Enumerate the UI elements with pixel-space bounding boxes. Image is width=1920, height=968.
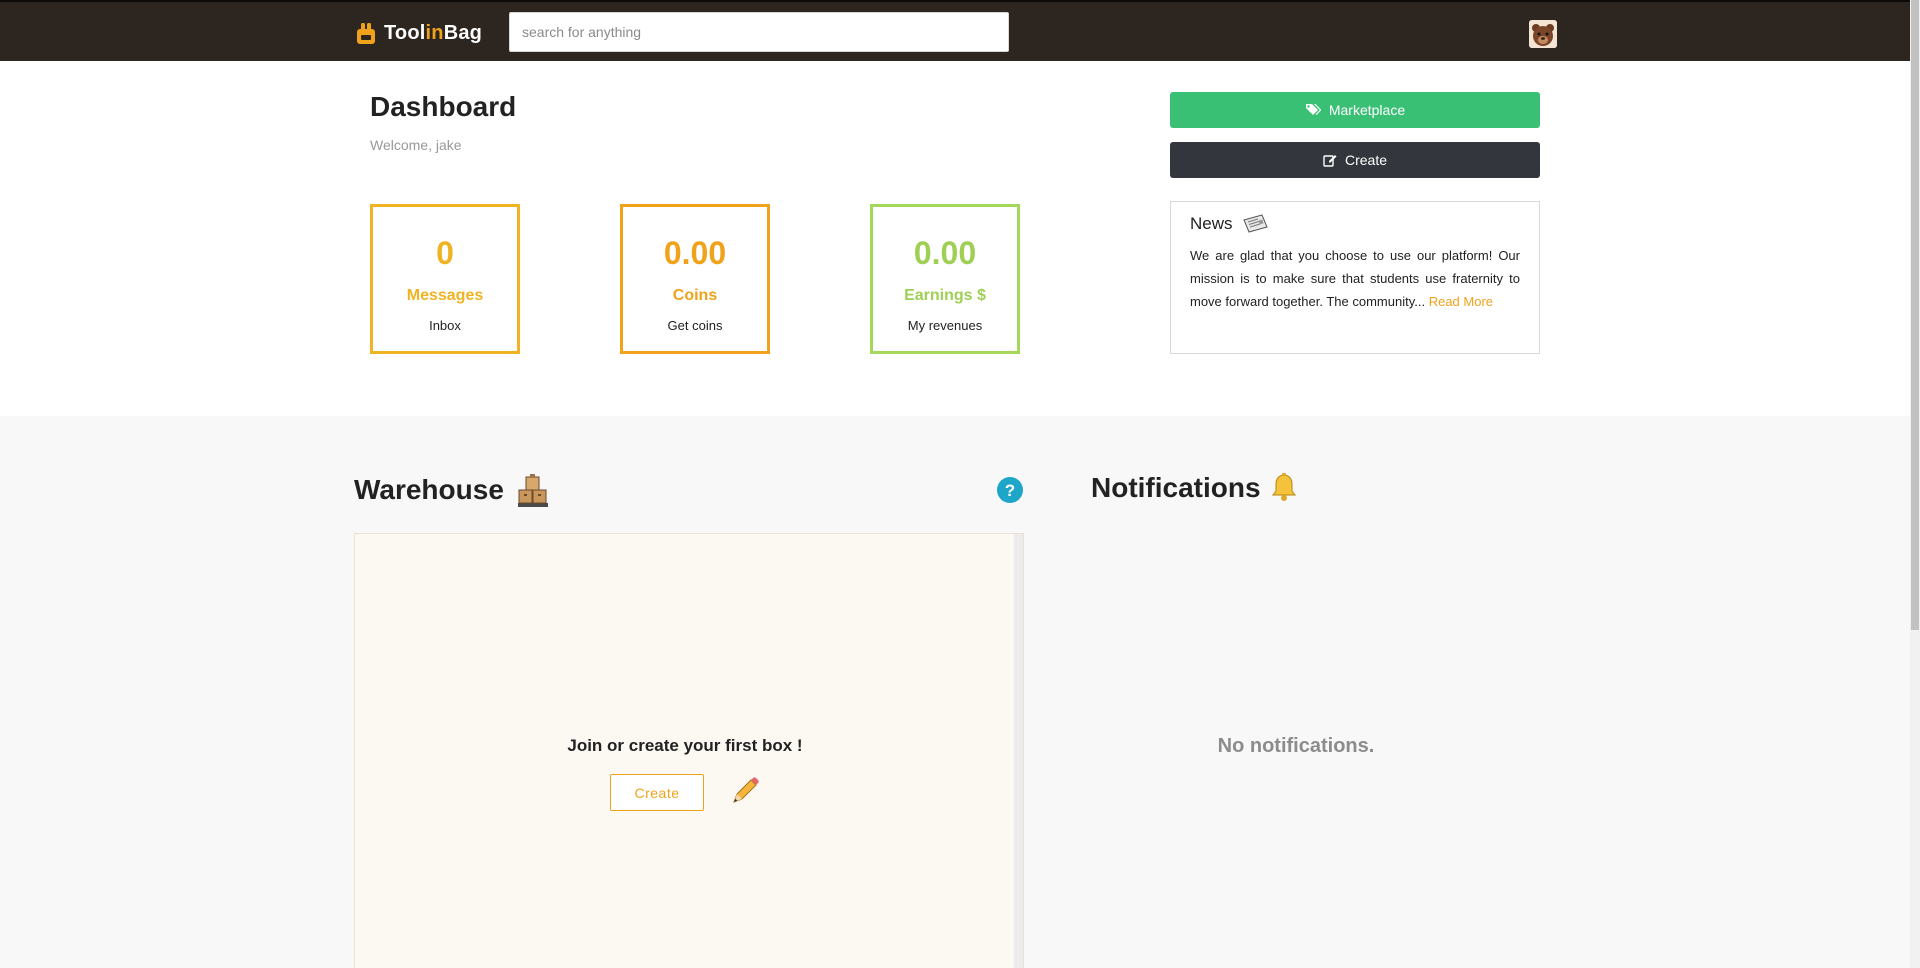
warehouse-panel: Join or create your first box ! Create — [354, 533, 1024, 968]
welcome-text: Welcome, jake — [370, 137, 462, 153]
logo[interactable]: ToolinBag — [355, 21, 482, 45]
no-notifications-message: No notifications. — [1217, 735, 1375, 757]
coins-count: 0.00 — [663, 235, 727, 271]
warehouse-scrollbar[interactable] — [1014, 534, 1023, 968]
news-panel: News We are glad that you choose to use … — [1170, 201, 1540, 354]
svg-text:?: ? — [1005, 481, 1015, 500]
warehouse-title: Warehouse — [354, 474, 504, 505]
create-label: Create — [1344, 152, 1388, 168]
marketplace-button[interactable]: Marketplace — [1170, 92, 1540, 128]
create-box-button[interactable]: Create — [610, 774, 704, 811]
messages-label: Messages — [406, 287, 484, 304]
news-title: News — [1190, 214, 1233, 233]
earnings-label: Earnings $ — [904, 287, 986, 304]
coins-card[interactable]: 0.00 Coins Get coins — [620, 204, 770, 354]
avatar[interactable] — [1529, 20, 1557, 48]
revenues-link[interactable]: My revenues — [873, 318, 1017, 333]
earnings-card[interactable]: 0.00 Earnings $ My revenues — [870, 204, 1020, 354]
warehouse-heading: Warehouse — [354, 472, 550, 508]
search-input[interactable] — [509, 12, 1009, 52]
bear-avatar-icon — [1529, 20, 1557, 48]
bell-icon — [1271, 473, 1296, 501]
messages-card[interactable]: 0 Messages Inbox — [370, 204, 520, 354]
help-icon[interactable]: ? — [997, 477, 1023, 503]
logo-text: ToolinBag — [384, 21, 483, 44]
page-title: Dashboard — [370, 91, 517, 122]
coins-label: Coins — [672, 287, 718, 304]
inbox-link[interactable]: Inbox — [373, 318, 517, 333]
get-coins-link[interactable]: Get coins — [623, 318, 767, 333]
messages-count: 0 — [436, 235, 454, 271]
page-scrollbar[interactable] — [1910, 0, 1920, 968]
marketplace-label: Marketplace — [1328, 102, 1406, 118]
create-button[interactable]: Create — [1170, 142, 1540, 178]
boxes-warehouse-icon — [517, 474, 548, 507]
news-body: We are glad that you choose to use our p… — [1190, 248, 1520, 309]
earnings-amount: 0.00 — [913, 235, 977, 271]
notifications-title: Notifications — [1091, 472, 1261, 503]
tags-icon — [1305, 104, 1321, 115]
bag-logo-icon — [357, 23, 375, 44]
pencil-icon — [733, 777, 759, 803]
read-more-link[interactable]: Read More — [1429, 294, 1493, 309]
notifications-heading: Notifications — [1091, 472, 1297, 504]
edit-icon — [1323, 155, 1337, 167]
warehouse-empty-message: Join or create your first box ! — [567, 736, 803, 755]
scrollbar-thumb[interactable] — [1911, 0, 1919, 630]
top-navbar: ToolinBag — [0, 0, 1920, 61]
newspaper-icon — [1242, 214, 1268, 233]
